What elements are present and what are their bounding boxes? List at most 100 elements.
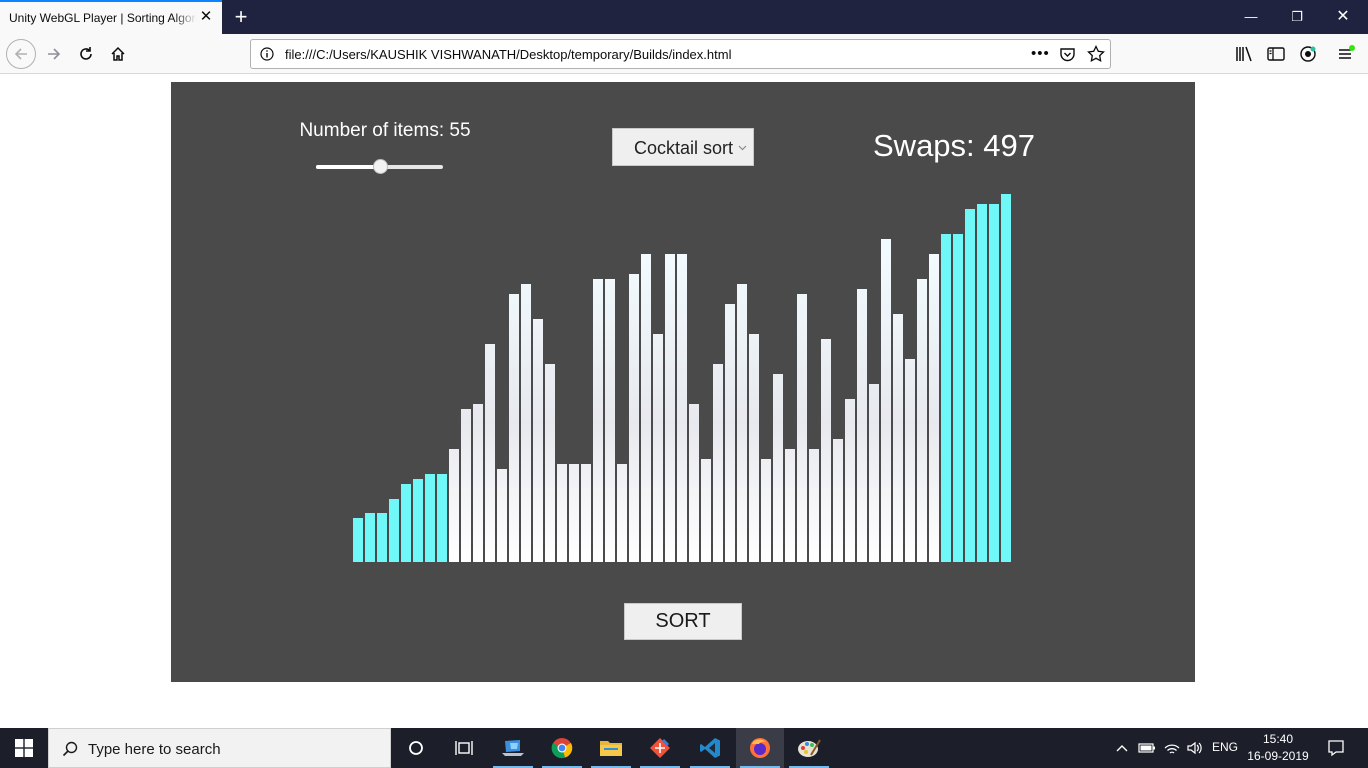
sorted-bar bbox=[377, 513, 387, 562]
clock-date[interactable]: 16-09-2019 bbox=[1246, 749, 1310, 763]
navigation-toolbar: file:///C:/Users/KAUSHIK VISHWANATH/Desk… bbox=[0, 34, 1368, 74]
input-language-indicator[interactable]: ENG bbox=[1212, 740, 1238, 754]
unsorted-bar bbox=[677, 254, 687, 562]
menu-glyph-icon bbox=[1339, 45, 1355, 59]
unsorted-bar bbox=[557, 464, 567, 562]
library-icon[interactable] bbox=[1233, 43, 1255, 65]
unsorted-bar bbox=[857, 289, 867, 562]
home-button[interactable] bbox=[104, 40, 132, 68]
chrome-icon bbox=[551, 738, 573, 759]
sorted-bar bbox=[365, 513, 375, 562]
site-info-icon[interactable] bbox=[260, 47, 274, 61]
library-glyph-icon bbox=[1236, 46, 1252, 62]
git-button[interactable] bbox=[636, 728, 684, 768]
sorted-bar bbox=[989, 204, 999, 562]
unsorted-bar bbox=[725, 304, 735, 562]
back-button[interactable] bbox=[6, 39, 36, 69]
unsorted-bar bbox=[593, 279, 603, 562]
unsorted-bar bbox=[845, 399, 855, 562]
sorted-bar bbox=[953, 234, 963, 562]
window-minimize-button[interactable]: — bbox=[1228, 0, 1274, 34]
browser-title-bar: Unity WebGL Player | Sorting Algorithms … bbox=[0, 0, 1368, 34]
page-actions-more-icon[interactable]: ••• bbox=[1031, 45, 1051, 63]
unsorted-bar bbox=[569, 464, 579, 562]
unsorted-bar bbox=[461, 409, 471, 562]
file-explorer-button[interactable] bbox=[587, 728, 635, 768]
sorted-bar bbox=[413, 479, 423, 562]
unsorted-bar bbox=[833, 439, 843, 562]
unsorted-bar bbox=[797, 294, 807, 562]
unsorted-bar bbox=[485, 344, 495, 562]
sorted-bar bbox=[437, 474, 447, 562]
unsorted-bar bbox=[701, 459, 711, 562]
sorted-bar bbox=[401, 484, 411, 562]
forward-button[interactable] bbox=[40, 40, 68, 68]
unsorted-bar bbox=[809, 449, 819, 562]
cortana-icon bbox=[409, 741, 423, 755]
unsorted-bar bbox=[929, 254, 939, 562]
hamburger-menu-icon[interactable] bbox=[1335, 43, 1357, 65]
account-glyph-icon bbox=[1300, 46, 1316, 62]
vscode-button[interactable] bbox=[686, 728, 734, 768]
unsorted-bar bbox=[545, 364, 555, 562]
task-view-icon bbox=[455, 741, 473, 755]
tab-close-icon[interactable]: ✕ bbox=[198, 9, 214, 25]
unsorted-bar bbox=[713, 364, 723, 562]
window-restore-button[interactable]: ❐ bbox=[1274, 0, 1320, 34]
sorted-bar bbox=[965, 209, 975, 562]
address-bar[interactable]: file:///C:/Users/KAUSHIK VISHWANATH/Desk… bbox=[250, 39, 1111, 69]
unsorted-bar bbox=[617, 464, 627, 562]
unsorted-bar bbox=[905, 359, 915, 562]
unity-webgl-canvas[interactable]: Number of items: 55 Cocktail sort Swaps:… bbox=[171, 82, 1195, 682]
search-placeholder: Type here to search bbox=[88, 741, 221, 758]
volume-icon[interactable] bbox=[1186, 740, 1204, 756]
search-icon bbox=[62, 741, 78, 757]
unsorted-bar bbox=[917, 279, 927, 562]
cortana-button[interactable] bbox=[392, 728, 440, 768]
firefox-button[interactable] bbox=[736, 728, 784, 768]
reload-button[interactable] bbox=[72, 40, 100, 68]
unsorted-bar bbox=[653, 334, 663, 562]
windows-logo-icon bbox=[15, 739, 33, 757]
account-icon[interactable] bbox=[1297, 43, 1319, 65]
clock-time[interactable]: 15:40 bbox=[1252, 732, 1304, 746]
pocket-icon[interactable] bbox=[1059, 46, 1076, 63]
bookmark-star-icon[interactable] bbox=[1087, 45, 1105, 63]
chrome-button[interactable] bbox=[538, 728, 586, 768]
sidebar-toggle-icon[interactable] bbox=[1265, 43, 1287, 65]
unsorted-bar bbox=[869, 384, 879, 562]
unsorted-bar bbox=[893, 314, 903, 562]
task-view-button[interactable] bbox=[440, 728, 488, 768]
show-hidden-icons-icon[interactable] bbox=[1114, 740, 1130, 756]
new-tab-button[interactable]: + bbox=[228, 4, 254, 30]
start-button[interactable] bbox=[0, 728, 48, 768]
reload-icon bbox=[80, 47, 92, 60]
unsorted-bar bbox=[641, 254, 651, 562]
sorting-bars bbox=[353, 194, 1011, 562]
paint-button[interactable] bbox=[785, 728, 833, 768]
sorted-bar bbox=[941, 234, 951, 562]
laptop-app-icon bbox=[502, 740, 524, 756]
browser-tab[interactable]: Unity WebGL Player | Sorting Algorithms … bbox=[0, 0, 222, 34]
wifi-icon[interactable] bbox=[1163, 740, 1181, 756]
notification-icon bbox=[1328, 740, 1344, 757]
taskbar-search-box[interactable]: Type here to search bbox=[48, 728, 391, 768]
sorted-bar bbox=[977, 204, 987, 562]
action-center-button[interactable] bbox=[1318, 728, 1354, 768]
unsorted-bar bbox=[533, 319, 543, 562]
back-arrow-icon bbox=[14, 48, 27, 60]
unsorted-bar bbox=[785, 449, 795, 562]
sorted-bar bbox=[1001, 194, 1011, 562]
home-icon bbox=[111, 46, 125, 61]
sort-button[interactable]: SORT bbox=[624, 603, 742, 640]
sidebar-glyph-icon bbox=[1267, 47, 1285, 61]
tab-title: Unity WebGL Player | Sorting Algorithms bbox=[9, 11, 197, 25]
url-text[interactable]: file:///C:/Users/KAUSHIK VISHWANATH/Desk… bbox=[285, 47, 731, 62]
window-close-button[interactable]: ✕ bbox=[1320, 0, 1366, 34]
battery-icon[interactable] bbox=[1138, 740, 1156, 756]
unsorted-bar bbox=[509, 294, 519, 562]
windows-taskbar: Type here to search ENG 15:40 16-09-2019 bbox=[0, 728, 1368, 768]
unsorted-bar bbox=[737, 284, 747, 562]
unsorted-bar bbox=[521, 284, 531, 562]
laptop-app-button[interactable] bbox=[489, 728, 537, 768]
